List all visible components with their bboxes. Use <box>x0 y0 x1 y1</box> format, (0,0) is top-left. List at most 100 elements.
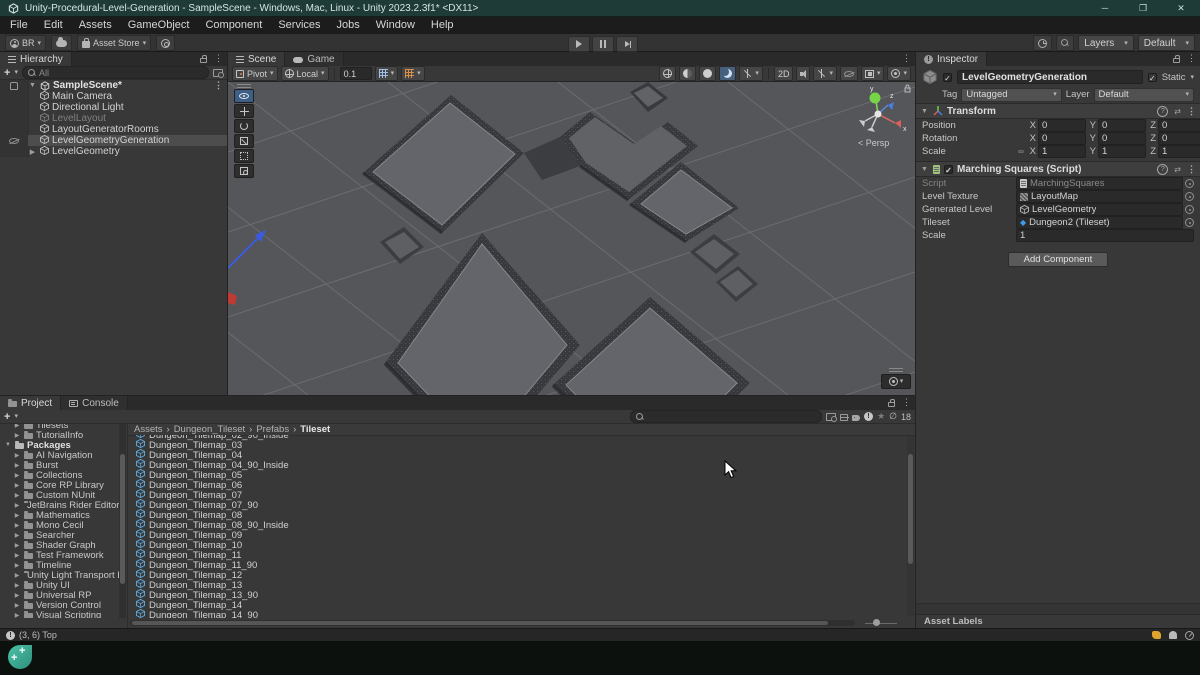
help-icon[interactable]: ? <box>1157 106 1168 117</box>
scene-visibility-button[interactable] <box>840 66 858 81</box>
object-picker-icon[interactable] <box>1185 205 1194 214</box>
static-checkbox[interactable] <box>1148 73 1157 82</box>
lock-icon[interactable] <box>888 402 895 407</box>
tool-handle-rotation-dropdown[interactable]: Local ▾ <box>281 66 329 81</box>
foldout-arrow-icon[interactable]: ▼ <box>28 82 37 89</box>
menu-window[interactable]: Window <box>368 17 423 34</box>
overlays-dropdown-button[interactable]: ▾ <box>861 66 885 81</box>
foldout-arrow-icon[interactable]: ▶ <box>13 452 21 459</box>
perspective-label[interactable]: < Persp <box>858 138 889 148</box>
asset-item-dungeon_tilemap_11_90[interactable]: Dungeon_Tilemap_11_90 <box>136 560 906 570</box>
tree-item-core-rp-library[interactable]: ▶Core RP Library <box>0 480 119 490</box>
camera-settings-button[interactable]: ▾ <box>881 374 911 389</box>
visibility-gutter-cell[interactable] <box>0 113 28 124</box>
draw-mode-button[interactable] <box>659 66 676 81</box>
create-button[interactable]: + <box>4 412 10 422</box>
visibility-gutter-cell[interactable] <box>0 124 28 135</box>
visibility-gutter-cell[interactable] <box>0 80 28 91</box>
gizmos-dropdown-button[interactable]: ▾ <box>887 66 911 81</box>
foldout-arrow-icon[interactable]: ▶ <box>13 612 21 619</box>
breadcrumb-item-dungeon_tileset[interactable]: Dungeon_Tileset <box>174 424 245 435</box>
foldout-arrow-icon[interactable]: ▶ <box>13 492 21 499</box>
foldout-arrow-icon[interactable]: ▶ <box>13 582 21 589</box>
menu-services[interactable]: Services <box>270 17 328 34</box>
step-button[interactable] <box>616 36 638 52</box>
file-list-scrollbar[interactable] <box>907 436 914 616</box>
object-picker-icon[interactable] <box>1185 192 1194 201</box>
view-tool-button[interactable] <box>234 89 254 103</box>
cloud-alert-icon[interactable] <box>1152 631 1161 639</box>
script-component-header[interactable]: ▼ Marching Squares (Script) ? ⇄ ⋮ <box>916 161 1200 177</box>
tree-item-jetbrains-rider-editor[interactable]: ▶JetBrains Rider Editor <box>0 500 119 510</box>
hierarchy-item-directional-light[interactable]: Directional Light <box>0 102 227 113</box>
asset-item-dungeon_tilemap_09[interactable]: Dungeon_Tilemap_09 <box>136 530 906 540</box>
tree-item-test-framework[interactable]: ▶Test Framework <box>0 550 119 560</box>
lighting-toggle-button[interactable] <box>679 66 696 81</box>
menu-assets[interactable]: Assets <box>71 17 120 34</box>
lock-icon[interactable] <box>1173 58 1180 63</box>
asset-item-dungeon_tilemap_14[interactable]: Dungeon_Tilemap_14 <box>136 600 906 610</box>
tree-item-unity-ui[interactable]: ▶Unity UI <box>0 580 119 590</box>
scale-z-field[interactable]: 1 <box>1158 145 1200 158</box>
tree-item-version-control[interactable]: ▶Version Control <box>0 600 119 610</box>
ambient-toggle-button[interactable] <box>699 66 716 81</box>
maximize-button[interactable]: ❐ <box>1124 0 1162 17</box>
hierarchy-item-levelgeometrygeneration[interactable]: LevelGeometryGeneration <box>0 135 227 146</box>
search-by-type-icon[interactable] <box>213 69 223 77</box>
kebab-menu-icon[interactable]: ⋮ <box>1187 165 1196 174</box>
foldout-arrow-icon[interactable]: ▶ <box>13 502 21 509</box>
lock-icon[interactable] <box>200 58 207 63</box>
foldout-arrow-icon[interactable]: ▼ <box>920 108 929 115</box>
tree-item-custom-nunit[interactable]: ▶Custom NUnit <box>0 490 119 500</box>
field-value[interactable]: ◆Dungeon2 (Tileset) <box>1016 216 1183 229</box>
scene-visibility-off-icon[interactable] <box>9 138 19 144</box>
package-filter-icon[interactable] <box>840 414 848 421</box>
tree-item-searcher[interactable]: ▶Searcher <box>0 530 119 540</box>
foldout-arrow-icon[interactable]: ▶ <box>13 482 21 489</box>
tree-scrollbar[interactable] <box>119 424 126 618</box>
undo-history-button[interactable] <box>1033 35 1052 51</box>
asset-item-dungeon_tilemap_13_90[interactable]: Dungeon_Tilemap_13_90 <box>136 590 906 600</box>
visibility-gutter-cell[interactable] <box>0 91 28 102</box>
presets-icon[interactable]: ⇄ <box>1174 107 1181 116</box>
foldout-arrow-icon[interactable]: ▶ <box>13 462 21 469</box>
create-button[interactable]: + <box>4 68 10 78</box>
asset-item-dungeon_tilemap_07[interactable]: Dungeon_Tilemap_07 <box>136 490 906 500</box>
status-message[interactable]: (3, 6) Top <box>19 630 57 640</box>
global-search-button[interactable] <box>1056 35 1074 51</box>
foldout-arrow-icon[interactable]: ▶ <box>13 472 21 479</box>
account-button[interactable]: BR ▾ <box>5 35 46 51</box>
project-tab-console[interactable]: Console <box>61 396 128 410</box>
tree-item-visual-scripting[interactable]: ▶Visual Scripting <box>0 610 119 618</box>
transform-tool-button[interactable] <box>234 164 254 178</box>
tool-handle-pivot-dropdown[interactable]: Pivot ▾ <box>232 66 278 81</box>
tag-dropdown[interactable]: Untagged▾ <box>961 88 1061 102</box>
asset-item-dungeon_tilemap_08[interactable]: Dungeon_Tilemap_08 <box>136 510 906 520</box>
info-icon[interactable] <box>864 412 873 421</box>
tree-item-tutorialinfo[interactable]: ▶TutorialInfo <box>0 430 119 440</box>
hierarchy-item-levelgeometry[interactable]: ▶LevelGeometry <box>0 146 227 157</box>
foldout-arrow-icon[interactable]: ▶ <box>13 562 21 569</box>
active-checkbox[interactable] <box>943 73 952 82</box>
menu-jobs[interactable]: Jobs <box>329 17 368 34</box>
layout-dropdown[interactable]: Default ▾ <box>1138 35 1195 51</box>
visibility-gutter-cell[interactable] <box>0 102 28 113</box>
asset-item-dungeon_tilemap_05[interactable]: Dungeon_Tilemap_05 <box>136 470 906 480</box>
asset-item-dungeon_tilemap_04[interactable]: Dungeon_Tilemap_04 <box>136 450 906 460</box>
hidden-count-icon[interactable]: ∅ <box>889 411 897 422</box>
tree-item-universal-rp[interactable]: ▶Universal RP <box>0 590 119 600</box>
position-z-field[interactable]: 0 <box>1158 119 1200 132</box>
grid-snapping-button[interactable]: ▾ <box>375 66 399 81</box>
asset-item-dungeon_tilemap_07_90[interactable]: Dungeon_Tilemap_07_90 <box>136 500 906 510</box>
scale-x-field[interactable]: 1 <box>1038 145 1086 158</box>
foldout-arrow-icon[interactable]: ▶ <box>13 512 21 519</box>
tab-inspector[interactable]: Inspector <box>916 52 987 66</box>
rotate-tool-button[interactable] <box>234 119 254 133</box>
tree-item-collections[interactable]: ▶Collections <box>0 470 119 480</box>
asset-item-dungeon_tilemap_04_90_inside[interactable]: Dungeon_Tilemap_04_90_Inside <box>136 460 906 470</box>
object-picker-icon[interactable] <box>1185 179 1194 188</box>
asset-item-dungeon_tilemap_10[interactable]: Dungeon_Tilemap_10 <box>136 540 906 550</box>
snap-increment-button[interactable]: ▾ <box>401 66 425 81</box>
help-icon[interactable]: ? <box>1157 164 1168 175</box>
tab-hierarchy[interactable]: Hierarchy <box>0 52 72 66</box>
